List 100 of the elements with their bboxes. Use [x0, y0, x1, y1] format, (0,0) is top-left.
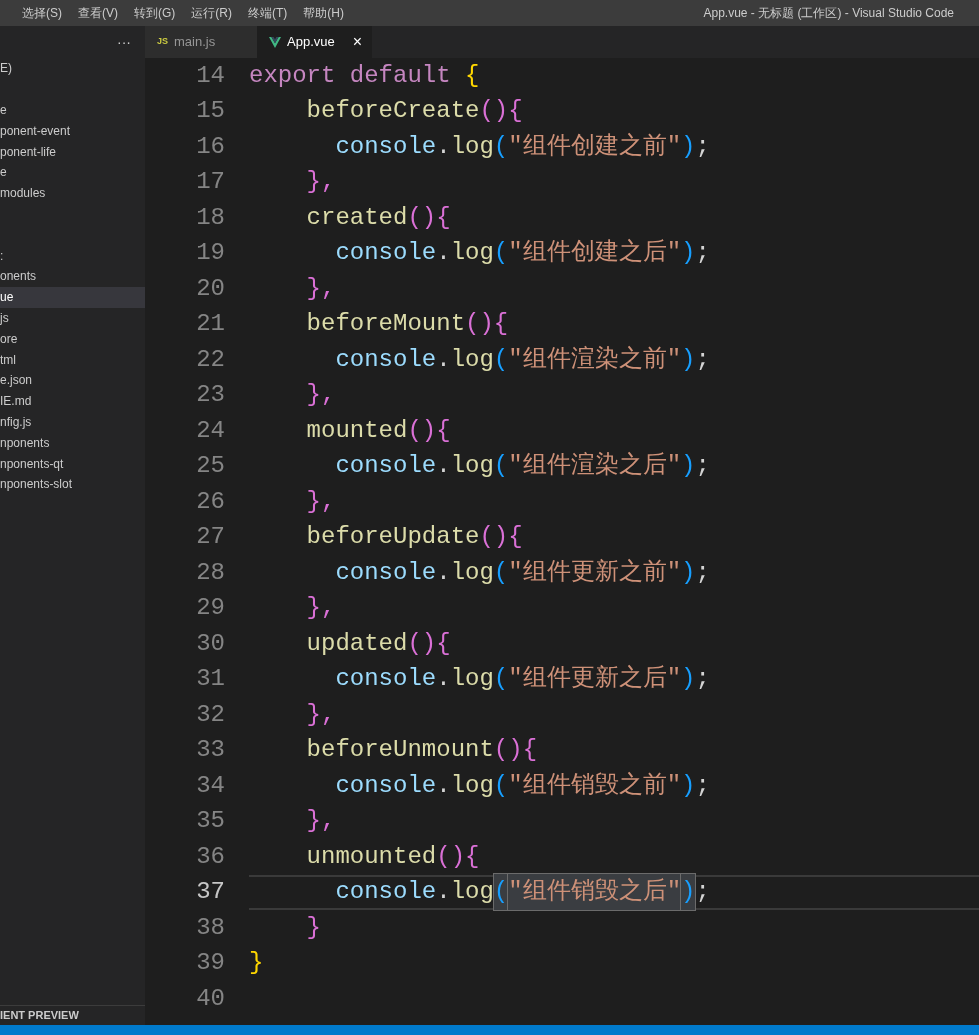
- code-token: },: [305, 699, 336, 730]
- line-number: 27: [195, 522, 225, 553]
- code-token: console: [334, 238, 437, 269]
- code-token: (){: [479, 96, 523, 127]
- code-token: log: [450, 238, 494, 269]
- window-title: App.vue - 无标题 (工作区) - Visual Studio Code: [703, 5, 954, 22]
- code-token: ): [681, 344, 696, 375]
- menu-item[interactable]: 转到(G): [126, 4, 184, 22]
- code-token: },: [305, 806, 336, 837]
- code-token: (){: [407, 415, 451, 446]
- code-token: (: [493, 557, 509, 588]
- code-token: "组件渲染之前": [508, 344, 682, 375]
- code-token: .: [436, 131, 451, 162]
- code-token: },: [305, 273, 336, 304]
- file-tree-item[interactable]: js: [0, 307, 145, 329]
- line-number: 23: [195, 380, 225, 411]
- file-tree-item[interactable]: :: [0, 245, 145, 266]
- menu-item[interactable]: 终端(T): [240, 4, 296, 22]
- code-token: "组件销毁之后": [508, 874, 682, 911]
- menu-item[interactable]: 查看(V): [70, 4, 126, 22]
- file-tree-item[interactable]: ore: [0, 328, 145, 350]
- line-number: 29: [195, 593, 225, 624]
- file-tree-item[interactable]: e: [0, 162, 145, 183]
- code-token: ): [681, 874, 696, 911]
- tab-label: main.js: [174, 33, 216, 52]
- code-token: ): [681, 451, 696, 482]
- editor-tab[interactable]: JS main.js: [145, 26, 257, 58]
- code-token: "组件更新之前": [508, 557, 682, 588]
- file-tree-item[interactable]: E): [0, 58, 145, 79]
- code-token: ): [681, 664, 696, 695]
- line-number: 22: [195, 344, 225, 375]
- code-token: console: [334, 451, 437, 482]
- close-button[interactable]: ×: [352, 30, 362, 54]
- code-token: beforeUpdate: [305, 522, 480, 553]
- file-tree-item[interactable]: ponent-event: [0, 120, 145, 142]
- menu-item[interactable]: 选择(S): [14, 4, 70, 22]
- code-token: unmounted: [305, 841, 437, 872]
- code-token: "组件销毁之前": [508, 770, 682, 801]
- code-token: ): [681, 770, 696, 801]
- code-token: ;: [695, 344, 710, 375]
- code-token: },: [305, 380, 336, 411]
- code-token: updated: [305, 628, 408, 659]
- file-tree-item[interactable]: e: [0, 99, 145, 121]
- file-tree-item[interactable]: tml: [0, 349, 145, 370]
- code-token: (){: [407, 628, 451, 659]
- code-token: beforeMount: [305, 309, 466, 340]
- line-number: 16: [195, 131, 225, 162]
- code-token: log: [450, 770, 494, 801]
- file-tree-item[interactable]: nponents-qt: [0, 453, 145, 474]
- file-tree-item[interactable]: ponent-life: [0, 141, 145, 162]
- file-tree-item[interactable]: IE.md: [0, 390, 145, 412]
- file-tree-item[interactable]: ue: [0, 286, 145, 308]
- code-token: ;: [695, 451, 710, 482]
- code-token: "组件渲染之后": [508, 451, 682, 482]
- more-actions-button[interactable]: ···: [117, 31, 131, 53]
- line-number: 36: [195, 841, 225, 872]
- menu-item[interactable]: 帮助(H): [295, 4, 352, 22]
- code-token: ;: [695, 131, 710, 162]
- code-token: (: [493, 131, 509, 162]
- code-token: .: [436, 877, 451, 908]
- menu-item[interactable]: 运行(R): [183, 4, 240, 22]
- code-token: log: [450, 877, 494, 908]
- line-number: 15: [195, 96, 225, 127]
- file-tree-item[interactable]: e.json: [0, 369, 145, 391]
- code-token: }: [305, 912, 321, 943]
- file-tree-item[interactable]: modules: [0, 182, 145, 204]
- line-number: 39: [195, 948, 225, 979]
- line-number: 19: [195, 238, 225, 269]
- file-tree-item[interactable]: nfig.js: [0, 411, 145, 433]
- code-token: ;: [695, 770, 710, 801]
- code-token: .: [436, 557, 451, 588]
- code-token: console: [334, 131, 437, 162]
- code-token: console: [334, 877, 437, 908]
- code-token: .: [436, 770, 451, 801]
- code-token: (: [493, 344, 509, 375]
- line-number: 38: [195, 912, 225, 943]
- code-token: (){: [493, 735, 538, 766]
- code-token: ): [681, 557, 696, 588]
- code-token: (: [493, 664, 509, 695]
- js-file-icon: JS: [157, 35, 168, 49]
- code-token: (: [493, 238, 509, 269]
- code-token: log: [450, 664, 494, 695]
- code-token: .: [436, 344, 451, 375]
- code-token: .: [436, 451, 451, 482]
- file-tree-item[interactable]: onents: [0, 265, 145, 287]
- tab-label: App.vue: [287, 33, 335, 52]
- code-token: beforeCreate: [305, 96, 480, 127]
- code-token: ;: [695, 238, 710, 269]
- file-tree-item[interactable]: nponents: [0, 432, 145, 454]
- code-token: ;: [695, 664, 710, 695]
- code-token: (){: [465, 309, 509, 340]
- line-number: 26: [195, 486, 225, 517]
- file-tree-item[interactable]: nponents-slot: [0, 473, 145, 495]
- code-token: ): [681, 131, 696, 162]
- code-token: },: [305, 486, 336, 517]
- editor-tab[interactable]: App.vue ×: [257, 26, 372, 58]
- code-token: .: [436, 238, 451, 269]
- code-token: mounted: [305, 415, 408, 446]
- code-token: log: [450, 451, 494, 482]
- line-number: 24: [195, 415, 225, 446]
